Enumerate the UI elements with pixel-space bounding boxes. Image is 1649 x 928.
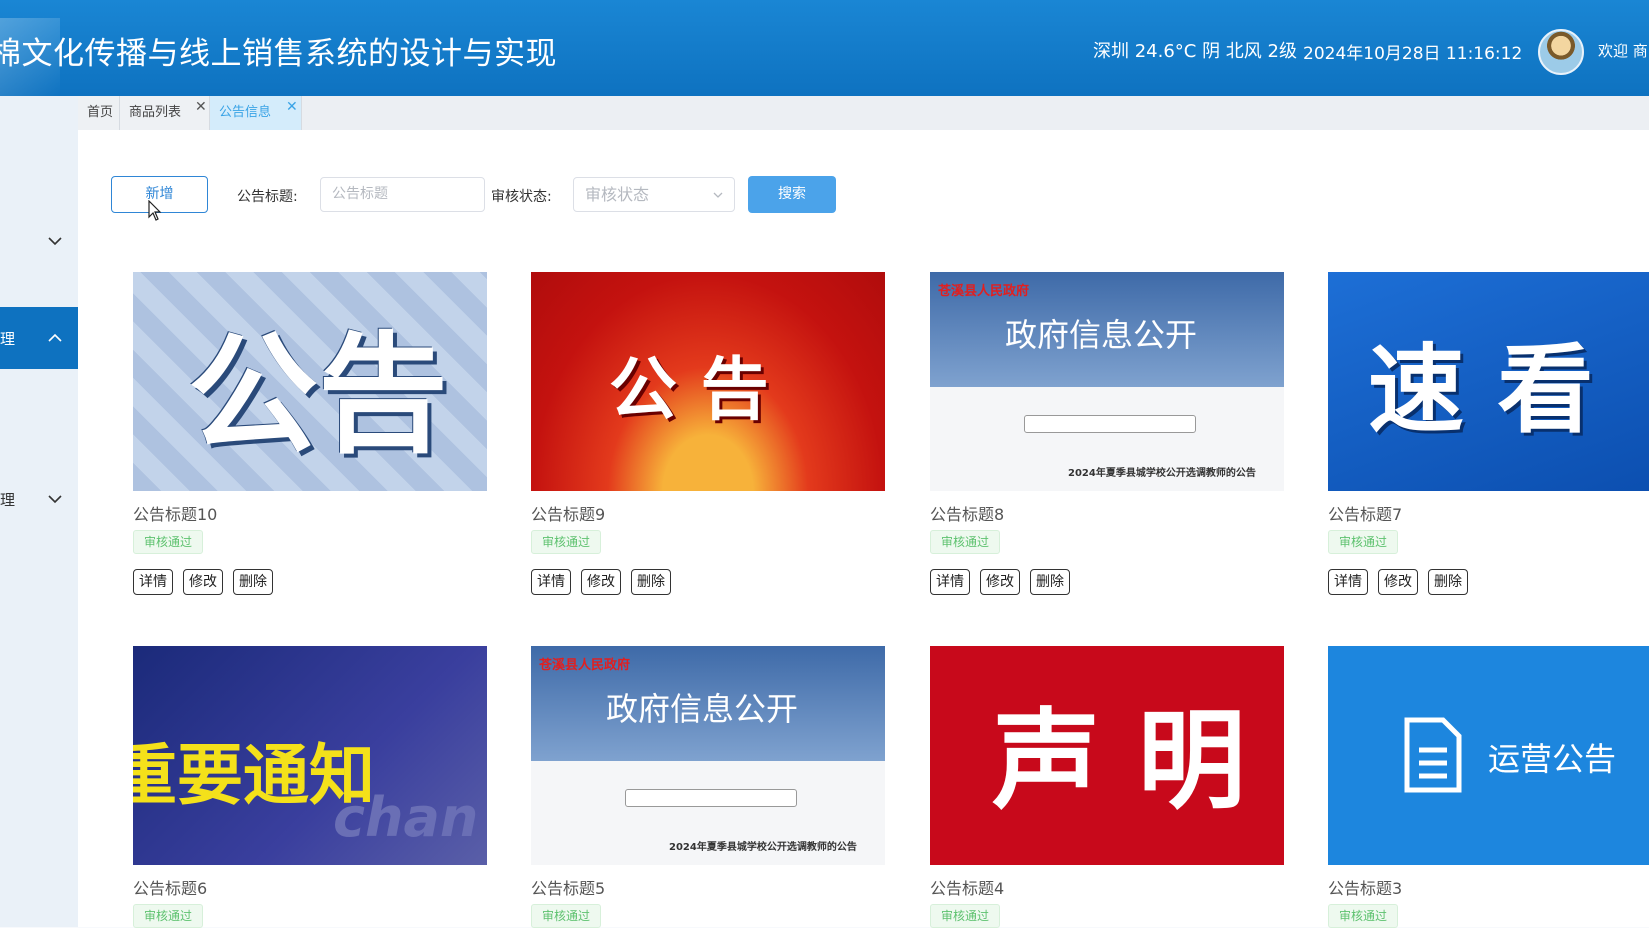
delete-button[interactable]: 删除 — [233, 569, 273, 595]
app-header: 棉文化传播与线上销售系统的设计与实现 深圳 24.6°C 阴 北风 2级 202… — [0, 0, 1649, 96]
chevron-down-icon — [48, 495, 62, 504]
current-datetime: 2024年10月28日 11:16:12 — [1303, 44, 1523, 64]
gov-org-name: 苍溪县人民政府 — [938, 284, 1030, 299]
close-icon[interactable]: ✕ — [195, 90, 207, 124]
sidebar-item-2[interactable]: 理 — [0, 307, 78, 369]
weather-info: 深圳 24.6°C 阴 北风 2级 — [1093, 41, 1297, 62]
document-icon — [1404, 717, 1462, 793]
status-badge: 审核通过 — [1328, 530, 1399, 554]
status-filter-label: 审核状态: — [491, 189, 552, 205]
edit-button[interactable]: 修改 — [183, 569, 223, 595]
image-text: 公告 — [188, 319, 449, 471]
search-button[interactable]: 搜索 — [748, 176, 836, 213]
tab-label: 商品列表 — [129, 105, 182, 120]
status-badge: 审核通过 — [930, 904, 1001, 928]
status-badge: 审核通过 — [531, 530, 602, 554]
tab-home[interactable]: 首页 — [78, 96, 120, 130]
gov-org-name: 苍溪县人民政府 — [539, 658, 631, 673]
detail-button[interactable]: 详情 — [133, 569, 173, 595]
announcement-image[interactable]: 公告 — [133, 272, 487, 491]
gov-caption: 2024年夏季县城学校公开选调教师的公告 — [669, 842, 857, 853]
app-title: 棉文化传播与线上销售系统的设计与实现 — [0, 36, 557, 72]
image-extra-text: chan — [333, 786, 479, 849]
image-text: 政府信息公开 — [1005, 316, 1198, 354]
card-title: 公告标题6 — [133, 879, 208, 898]
status-badge: 审核通过 — [1328, 904, 1399, 928]
sidebar-item-label: 理 — [0, 491, 16, 509]
detail-button[interactable]: 详情 — [1328, 569, 1368, 595]
card-title: 公告标题9 — [531, 505, 606, 524]
tab-announcement-info[interactable]: 公告信息 ✕ — [210, 96, 302, 130]
tab-label: 公告信息 — [219, 105, 272, 120]
announcement-image[interactable]: 苍溪县人民政府 政府信息公开 2024年夏季县城学校公开选调教师的公告 — [930, 272, 1284, 491]
image-text: 声 明 — [992, 699, 1246, 824]
user-avatar[interactable] — [1538, 29, 1584, 75]
chevron-down-icon — [713, 192, 723, 198]
sidebar-item-label: 理 — [0, 330, 16, 348]
gov-caption: 2024年夏季县城学校公开选调教师的公告 — [1068, 468, 1256, 479]
gov-search-box — [625, 789, 797, 807]
announcement-image[interactable]: 声 明 — [930, 646, 1284, 865]
close-icon[interactable]: ✕ — [286, 90, 298, 124]
announcement-image[interactable]: 重要通知 chan — [133, 646, 487, 865]
status-badge: 审核通过 — [930, 530, 1001, 554]
chevron-up-icon — [48, 333, 62, 342]
sidebar: 理 理 — [0, 96, 78, 927]
detail-button[interactable]: 详情 — [930, 569, 970, 595]
tabs-bar: 首页 商品列表 ✕ 公告信息 ✕ — [78, 96, 1649, 130]
announcement-image[interactable]: 苍溪县人民政府 政府信息公开 2024年夏季县城学校公开选调教师的公告 — [531, 646, 885, 865]
card-title: 公告标题5 — [531, 879, 606, 898]
main-content: 新增 公告标题: 公告标题 审核状态: 审核状态 搜索 公告 公告标题10 审核… — [78, 130, 1649, 928]
image-text: 速 看 — [1368, 334, 1594, 446]
delete-button[interactable]: 删除 — [631, 569, 671, 595]
card-title: 公告标题10 — [133, 505, 218, 524]
card-title: 公告标题3 — [1328, 879, 1403, 898]
status-select[interactable]: 审核状态 — [573, 177, 735, 212]
card-title: 公告标题8 — [930, 505, 1005, 524]
mouse-cursor-icon — [148, 200, 162, 221]
sidebar-item-1[interactable] — [0, 210, 78, 272]
image-text: 运营公告 — [1488, 740, 1617, 778]
card-title: 公告标题4 — [930, 879, 1005, 898]
announcement-image[interactable]: 公 告 — [531, 272, 885, 491]
sidebar-item-3[interactable]: 理 — [0, 468, 78, 530]
announcement-image[interactable]: 运营公告 — [1328, 646, 1649, 865]
chevron-down-icon — [48, 237, 62, 246]
announcement-image[interactable]: 速 看 — [1328, 272, 1649, 491]
detail-button[interactable]: 详情 — [531, 569, 571, 595]
status-badge: 审核通过 — [133, 530, 204, 554]
status-badge: 审核通过 — [133, 904, 204, 928]
gov-search-box — [1024, 415, 1196, 433]
delete-button[interactable]: 删除 — [1030, 569, 1070, 595]
status-badge: 审核通过 — [531, 904, 602, 928]
tab-product-list[interactable]: 商品列表 ✕ — [120, 96, 210, 130]
image-text: 公 告 — [609, 351, 769, 430]
card-title: 公告标题7 — [1328, 505, 1403, 524]
status-select-value: 审核状态 — [585, 185, 650, 204]
edit-button[interactable]: 修改 — [1378, 569, 1418, 595]
title-filter-label: 公告标题: — [237, 189, 298, 205]
edit-button[interactable]: 修改 — [581, 569, 621, 595]
tab-label: 首页 — [87, 105, 114, 120]
title-search-input[interactable]: 公告标题 — [320, 177, 485, 212]
image-text: 政府信息公开 — [606, 690, 799, 728]
delete-button[interactable]: 删除 — [1428, 569, 1468, 595]
edit-button[interactable]: 修改 — [980, 569, 1020, 595]
welcome-text[interactable]: 欢迎 商 — [1598, 40, 1648, 61]
